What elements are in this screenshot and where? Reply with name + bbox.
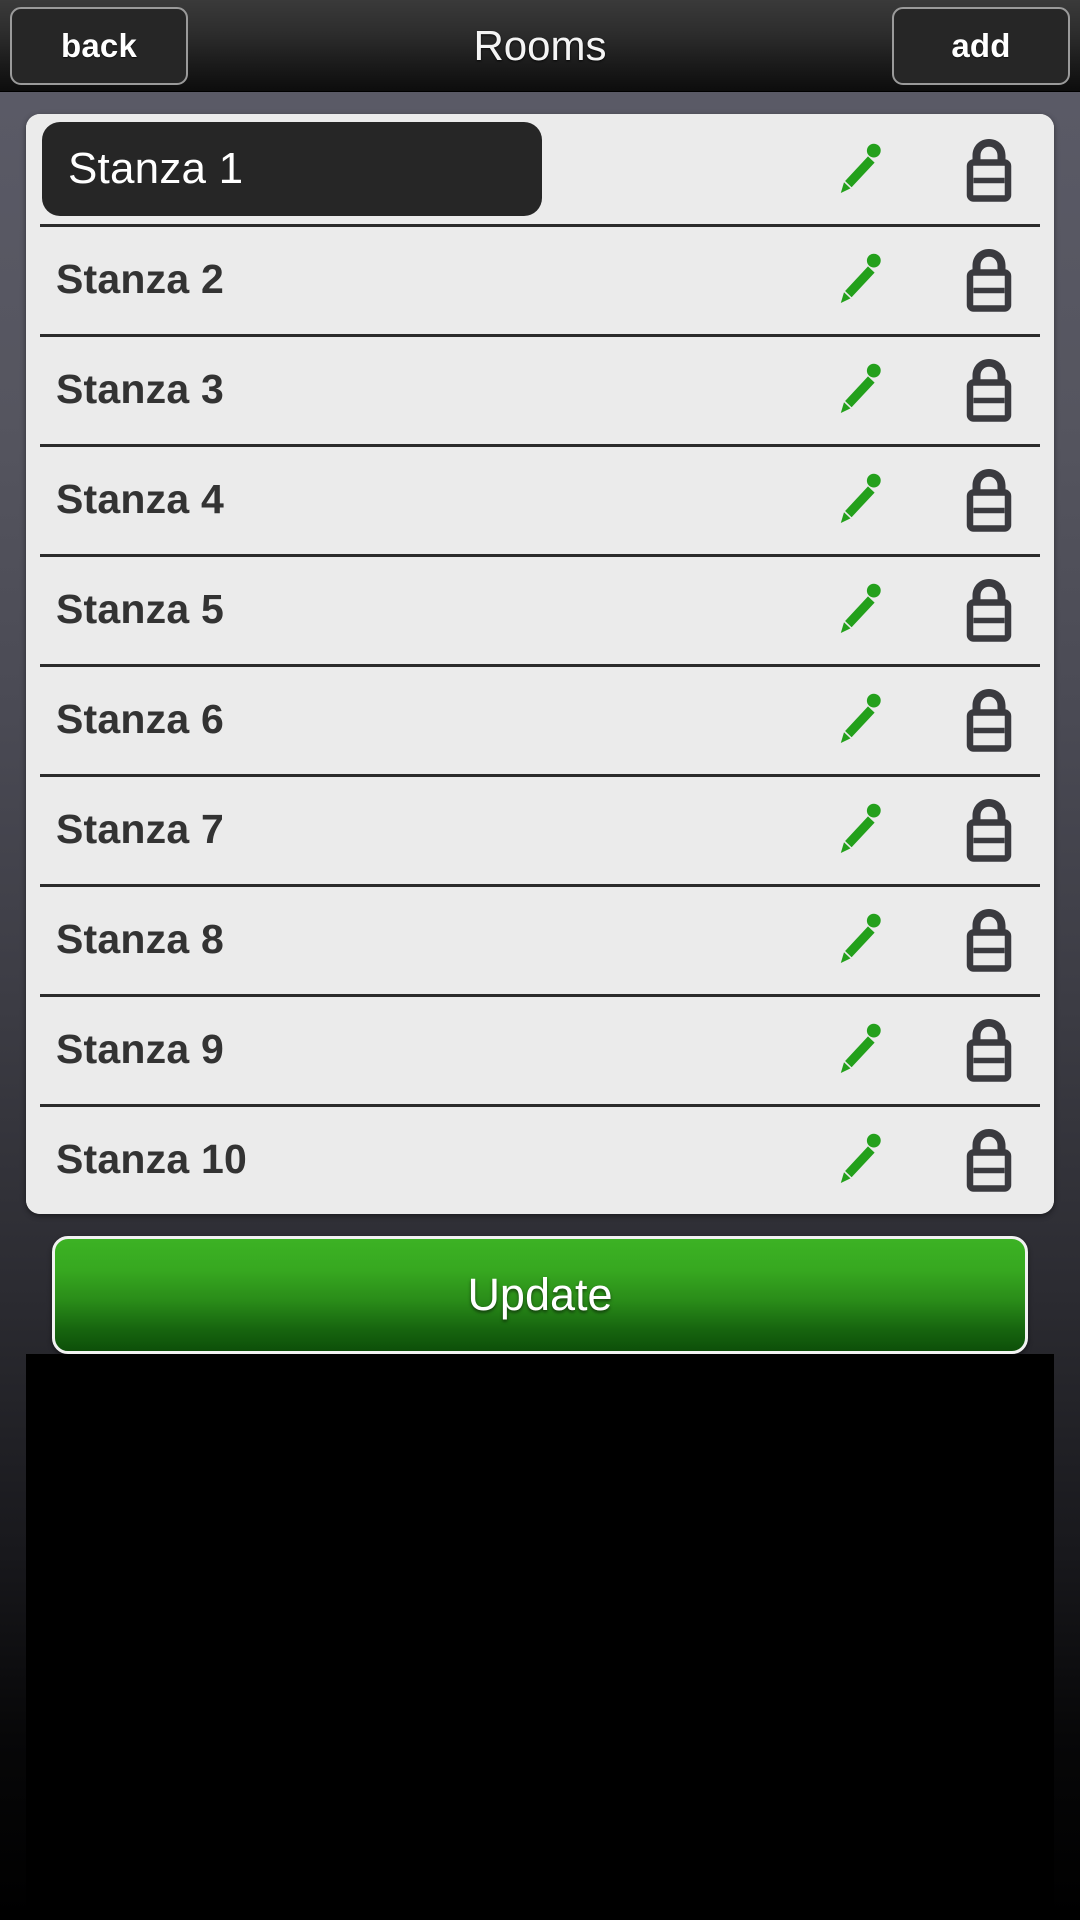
app-root: back Rooms add Stanza 1 Stanza 2 Stanza 3S…	[0, 0, 1080, 1920]
pencil-icon-svg	[840, 1133, 881, 1183]
lock-icon-svg	[966, 909, 1012, 972]
edit-room-button[interactable]	[804, 247, 924, 311]
pencil-icon-svg	[840, 143, 881, 193]
back-button[interactable]: back	[10, 6, 188, 85]
edit-room-button[interactable]	[804, 687, 924, 751]
lock-room-button[interactable]	[924, 1014, 1054, 1084]
room-row[interactable]: Stanza 8	[26, 884, 1054, 994]
room-row[interactable]: Stanza 4	[26, 444, 1054, 554]
lock-icon-svg	[966, 1129, 1012, 1192]
lock-room-button[interactable]	[924, 794, 1054, 864]
edit-room-button[interactable]	[804, 1017, 924, 1081]
room-name-label: Stanza 8	[56, 915, 224, 962]
room-name-label: Stanza 7	[56, 805, 224, 852]
edit-room-button[interactable]	[804, 357, 924, 421]
add-button-label: add	[951, 26, 1011, 64]
update-button-label: Update	[467, 1269, 613, 1320]
room-name-label: Stanza 1	[68, 144, 244, 193]
lock-room-button[interactable]	[924, 134, 1054, 204]
pencil-icon-svg	[840, 583, 881, 633]
header-bar: back Rooms add	[0, 0, 1080, 92]
page-title-label: Rooms	[473, 21, 607, 69]
pencil-icon-svg	[840, 803, 881, 853]
lock-icon-svg	[966, 689, 1012, 752]
lock-room-button[interactable]	[924, 464, 1054, 534]
room-name-label: Stanza 10	[56, 1135, 247, 1182]
lock-room-button[interactable]	[924, 684, 1054, 754]
lock-room-button[interactable]	[924, 1124, 1054, 1194]
content-area: Stanza 1 Stanza 2 Stanza 3 Stanza 4 Stanza 5…	[0, 92, 1080, 1920]
lock-room-button[interactable]	[924, 354, 1054, 424]
room-row[interactable]: Stanza 9	[26, 994, 1054, 1104]
edit-room-button[interactable]	[804, 907, 924, 971]
room-row[interactable]: Stanza 5	[26, 554, 1054, 664]
room-name-label: Stanza 9	[56, 1025, 224, 1072]
room-row[interactable]: Stanza 2	[26, 224, 1054, 334]
room-row[interactable]: Stanza 7	[26, 774, 1054, 884]
room-name-label: Stanza 4	[56, 475, 224, 522]
update-button[interactable]: Update	[52, 1236, 1028, 1354]
room-name-label: Stanza 5	[56, 585, 224, 632]
edit-room-button[interactable]	[804, 137, 924, 201]
lock-icon-svg	[966, 139, 1012, 202]
room-row[interactable]: Stanza 10	[26, 1104, 1054, 1214]
pencil-icon-svg	[840, 473, 881, 523]
back-button-label: back	[60, 26, 138, 64]
pencil-icon-svg	[840, 1023, 881, 1073]
room-name-label: Stanza 2	[56, 255, 224, 302]
pencil-icon-svg	[840, 693, 881, 743]
pencil-icon-svg	[840, 253, 881, 303]
lock-icon-svg	[966, 799, 1012, 862]
edit-room-button[interactable]	[804, 577, 924, 641]
lock-icon-svg	[966, 579, 1012, 642]
add-button[interactable]: add	[892, 6, 1070, 85]
lock-icon-svg	[966, 359, 1012, 422]
edit-room-button[interactable]	[804, 1127, 924, 1191]
lock-room-button[interactable]	[924, 574, 1054, 644]
room-name-label: Stanza 6	[56, 695, 224, 742]
room-row[interactable]: Stanza 6	[26, 664, 1054, 774]
room-name-input[interactable]: Stanza 1	[42, 122, 542, 216]
lock-room-button[interactable]	[924, 244, 1054, 314]
lock-icon-svg	[966, 249, 1012, 312]
lock-icon-svg	[966, 469, 1012, 532]
bottom-filler	[26, 1354, 1054, 1920]
pencil-icon-svg	[840, 913, 881, 963]
pencil-icon-svg	[840, 363, 881, 413]
room-row[interactable]: Stanza 1	[26, 114, 1054, 224]
room-list: Stanza 1 Stanza 2 Stanza 3 Stanza 4 Stanza 5…	[26, 114, 1054, 1214]
lock-icon-svg	[966, 1019, 1012, 1082]
edit-room-button[interactable]	[804, 797, 924, 861]
footer-area: Update	[26, 1214, 1054, 1354]
edit-room-button[interactable]	[804, 467, 924, 531]
lock-room-button[interactable]	[924, 904, 1054, 974]
room-row[interactable]: Stanza 3	[26, 334, 1054, 444]
room-name-label: Stanza 3	[56, 365, 224, 412]
